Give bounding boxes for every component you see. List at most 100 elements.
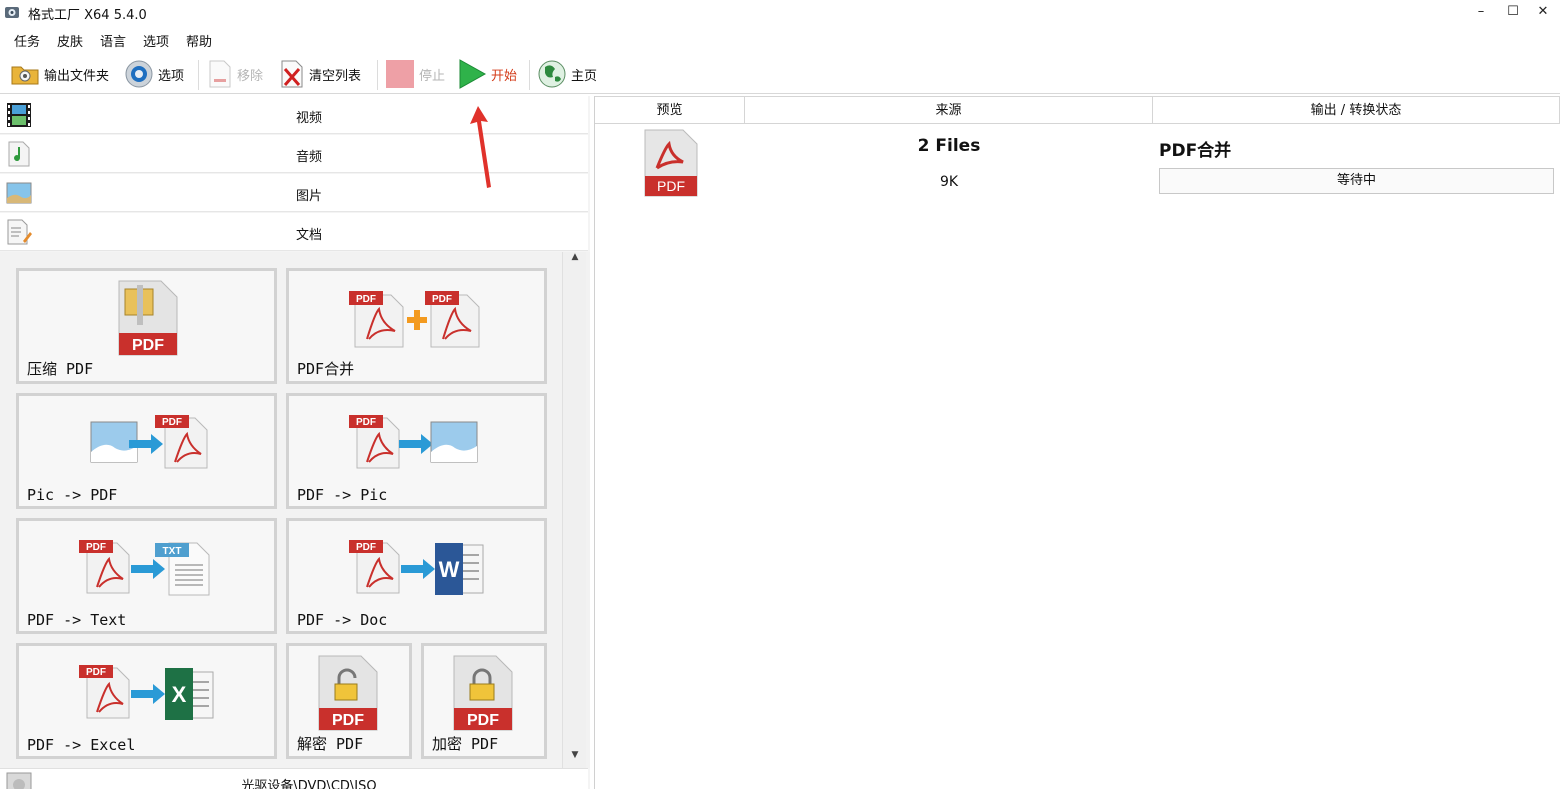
- column-header-preview[interactable]: 预览: [595, 96, 745, 124]
- stop-button[interactable]: 停止: [385, 58, 445, 90]
- pdf-to-excel-icon: PDF X: [79, 665, 214, 720]
- tile-label: PDF -> Excel: [27, 736, 136, 754]
- options-button[interactable]: 选项: [124, 58, 184, 90]
- column-header-source[interactable]: 来源: [745, 96, 1153, 124]
- annotation-arrow-icon: [470, 106, 491, 188]
- play-icon: [459, 59, 487, 89]
- output-type: PDF合并: [1159, 141, 1232, 161]
- scroll-thumb[interactable]: [566, 272, 584, 652]
- document-tools-grid: PDF 压缩 PDF PDF PDF PDF合并 PDF Pic -> PDF …: [0, 252, 590, 768]
- tile-label: 解密 PDF: [297, 735, 364, 753]
- tile-merge-pdf[interactable]: PDF PDF PDF合并: [286, 268, 547, 384]
- remove-label: 移除: [237, 68, 264, 84]
- decrypt-pdf-icon: PDF: [318, 655, 378, 731]
- toolbar-separator: [529, 60, 530, 90]
- menu-skin[interactable]: 皮肤: [57, 31, 83, 50]
- toolbar-separator: [377, 60, 378, 90]
- remove-button[interactable]: 移除: [207, 58, 263, 90]
- close-button[interactable]: ✕: [1528, 3, 1558, 23]
- category-video[interactable]: 视频: [0, 96, 588, 134]
- category-image[interactable]: 图片: [0, 174, 588, 212]
- menu-options[interactable]: 选项: [143, 31, 169, 50]
- tile-label: PDF -> Doc: [297, 611, 388, 629]
- column-header-output-status[interactable]: 输出 / 转换状态: [1153, 96, 1560, 124]
- toolbar-separator: [198, 60, 199, 90]
- category-label: 文档: [295, 228, 322, 243]
- tile-label: PDF -> Pic: [297, 486, 388, 504]
- gear-icon: [125, 60, 153, 88]
- category-label: 光驱设备\DVD\CD\ISO: [241, 779, 377, 789]
- pdf-text: PDF: [432, 294, 452, 305]
- pdf-text: PDF: [86, 667, 106, 678]
- app-logo-icon: [5, 7, 19, 18]
- pdf-text: PDF: [332, 712, 364, 729]
- tile-label: PDF合并: [297, 360, 355, 378]
- home-button[interactable]: 主页: [537, 58, 597, 90]
- pdf-text: PDF: [356, 542, 376, 553]
- globe-icon: [538, 60, 566, 88]
- tile-pdf-to-pic[interactable]: PDF PDF -> Pic: [286, 393, 547, 509]
- tools-scrollbar[interactable]: ▲ ▼: [562, 252, 586, 768]
- pdf-text: PDF: [162, 417, 182, 428]
- options-label: 选项: [158, 68, 185, 84]
- document-remove-icon: [209, 60, 231, 88]
- maximize-button[interactable]: ☐: [1498, 3, 1528, 23]
- encrypt-pdf-icon: PDF: [453, 655, 513, 731]
- clear-list-button[interactable]: 清空列表: [279, 58, 361, 90]
- pdf-to-text-icon: PDF TXT: [79, 540, 210, 596]
- conversion-status: 等待中: [1159, 168, 1554, 194]
- menu-bar: 任务 皮肤 语言 选项 帮助: [0, 28, 1560, 50]
- clear-list-icon: [281, 60, 303, 88]
- clear-list-label: 清空列表: [309, 68, 362, 84]
- word-letter: W: [439, 557, 460, 582]
- category-audio[interactable]: 音频: [0, 135, 588, 173]
- compress-pdf-icon: PDF: [118, 280, 178, 356]
- menu-help[interactable]: 帮助: [186, 31, 212, 50]
- start-button[interactable]: 开始: [457, 58, 517, 90]
- menu-task[interactable]: 任务: [14, 31, 40, 50]
- pdf-text: PDF: [86, 542, 106, 553]
- tile-encrypt-pdf[interactable]: PDF 加密 PDF: [421, 643, 547, 759]
- preview-pdf-text: PDF: [657, 178, 685, 194]
- toolbar: 输出文件夹 选项 移除 清空列表 停止 开始 主页: [0, 54, 1560, 94]
- tile-pic-to-pdf[interactable]: PDF Pic -> PDF: [16, 393, 277, 509]
- output-folder-button[interactable]: 输出文件夹: [10, 58, 109, 90]
- excel-letter: X: [172, 682, 187, 707]
- tile-pdf-to-doc[interactable]: PDF W PDF -> Doc: [286, 518, 547, 634]
- merge-pdf-icon: PDF PDF: [349, 291, 480, 348]
- left-panel: 视频 音频 图片 文档 PDF 压缩 PDF PDF PDF PDF合并 PDF…: [0, 96, 590, 789]
- tile-label: PDF -> Text: [27, 611, 127, 629]
- category-label: 视频: [295, 111, 322, 126]
- pdf-text: PDF: [356, 417, 376, 428]
- scroll-up-arrow-icon[interactable]: ▲: [563, 252, 587, 270]
- tile-label: 压缩 PDF: [27, 360, 94, 378]
- pdf-text: PDF: [132, 337, 164, 354]
- window-title: 格式工厂 X64 5.4.0: [28, 8, 147, 23]
- tile-decrypt-pdf[interactable]: PDF 解密 PDF: [286, 643, 412, 759]
- stop-label: 停止: [419, 68, 446, 84]
- pdf-to-doc-icon: PDF W: [349, 540, 484, 595]
- pdf-to-pic-icon: PDF: [349, 415, 478, 469]
- home-label: 主页: [571, 68, 598, 84]
- category-document[interactable]: 文档: [0, 213, 588, 251]
- category-label: 图片: [295, 189, 322, 204]
- tile-pdf-to-text[interactable]: PDF TXT PDF -> Text: [16, 518, 277, 634]
- stop-icon: [386, 60, 414, 88]
- tile-label: 加密 PDF: [432, 735, 499, 753]
- pdf-file-icon: PDF: [644, 129, 698, 197]
- menu-language[interactable]: 语言: [100, 31, 126, 50]
- tile-pdf-to-excel[interactable]: PDF X PDF -> Excel: [16, 643, 277, 759]
- pic-to-pdf-icon: PDF: [90, 415, 208, 469]
- scroll-down-arrow-icon[interactable]: ▼: [563, 750, 587, 768]
- category-optical-drive[interactable]: 光驱设备\DVD\CD\ISO: [0, 768, 588, 789]
- pdf-text: PDF: [356, 294, 376, 305]
- title-bar: 格式工厂 X64 5.4.0 – ☐ ✕: [0, 0, 1560, 26]
- folder-icon: [11, 66, 39, 85]
- source-size: 9K: [939, 174, 959, 190]
- task-list-panel: 预览 来源 输出 / 转换状态 PDF 2 Files 9K PDF合并 等待中: [594, 96, 1560, 789]
- tile-compress-pdf[interactable]: PDF 压缩 PDF: [16, 268, 277, 384]
- category-label: 音频: [295, 150, 322, 165]
- minimize-button[interactable]: –: [1466, 3, 1496, 23]
- txt-text: TXT: [163, 546, 182, 557]
- tile-label: Pic -> PDF: [27, 486, 118, 504]
